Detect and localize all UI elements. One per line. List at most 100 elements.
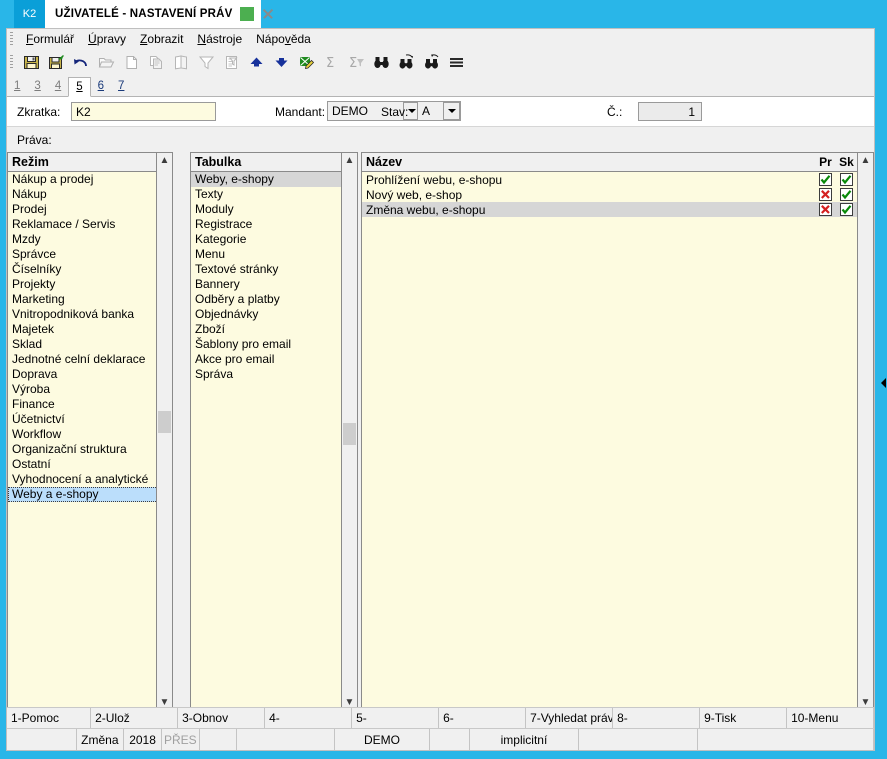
check-icon[interactable]	[840, 188, 853, 201]
menu-item-napoveda[interactable]: Nápověda	[249, 31, 318, 47]
sk-cell[interactable]	[836, 188, 857, 201]
list-item[interactable]: Vnitropodniková banka	[8, 307, 172, 322]
new-document-icon[interactable]	[119, 51, 144, 74]
list-item[interactable]: Účetnictví	[8, 412, 172, 427]
edit-sheet-icon[interactable]	[294, 51, 319, 74]
function-key[interactable]: 9-Tisk	[700, 708, 788, 728]
function-key[interactable]: 1-Pomoc	[7, 708, 92, 728]
list-item[interactable]: Prodej	[8, 202, 172, 217]
menu-grip-icon[interactable]	[10, 32, 13, 46]
scroll-up-icon[interactable]: ▲	[858, 153, 873, 169]
collapse-panel-arrow[interactable]	[880, 370, 887, 396]
list-item[interactable]: Správce	[8, 247, 172, 262]
arrow-up-icon[interactable]	[244, 51, 269, 74]
pr-cell[interactable]	[815, 173, 836, 186]
list-item[interactable]: Finance	[8, 397, 172, 412]
list-item[interactable]: Nákup a prodej	[8, 172, 172, 187]
sum-filter-icon[interactable]: Σ	[344, 51, 369, 74]
filter-icon[interactable]	[194, 51, 219, 74]
list-item[interactable]: Odběry a platby	[191, 292, 357, 307]
sk-cell[interactable]	[836, 203, 857, 216]
list-item[interactable]: Vyhodnocení a analytické	[8, 472, 172, 487]
list-item[interactable]: Menu	[191, 247, 357, 262]
list-filter-icon[interactable]	[219, 51, 244, 74]
list-item[interactable]: Číselníky	[8, 262, 172, 277]
binoculars-prev-icon[interactable]	[419, 51, 444, 74]
page-tab-7[interactable]: 7	[111, 76, 131, 96]
pr-cell[interactable]	[815, 188, 836, 201]
cross-icon[interactable]	[819, 203, 832, 216]
function-key[interactable]: 6-	[439, 708, 527, 728]
k2-app-chip[interactable]: K2	[14, 0, 45, 28]
list-item[interactable]: Šablony pro email	[191, 337, 357, 352]
scroll-up-icon[interactable]: ▲	[342, 153, 357, 169]
list-item[interactable]: Jednotné celní deklarace	[8, 352, 172, 367]
list-item[interactable]: Texty	[191, 187, 357, 202]
list-item[interactable]: Marketing	[8, 292, 172, 307]
save-icon[interactable]	[19, 51, 44, 74]
nazev-scrollbar[interactable]: ▲ ▼	[857, 153, 873, 711]
copy-icon[interactable]	[144, 51, 169, 74]
rezim-list[interactable]: Nákup a prodej Nákup Prodej Reklamace / Ser…	[8, 172, 172, 711]
tabulka-list[interactable]: Weby, e-shopy Texty Moduly Registrace Katego…	[191, 172, 357, 711]
arrow-down-icon[interactable]	[269, 51, 294, 74]
sum-icon[interactable]: Σ	[319, 51, 344, 74]
list-item[interactable]: Bannery	[191, 277, 357, 292]
rezim-scrollbar[interactable]: ▲ ▼	[156, 153, 172, 711]
table-row[interactable]: Změna webu, e-shopu	[362, 202, 857, 217]
list-item[interactable]: Projekty	[8, 277, 172, 292]
rezim-scrollbar-thumb[interactable]	[158, 411, 171, 433]
list-item[interactable]: Správa	[191, 367, 357, 382]
function-key[interactable]: 3-Obnov	[178, 708, 266, 728]
check-icon[interactable]	[840, 203, 853, 216]
list-item[interactable]: Ostatní	[8, 457, 172, 472]
list-item[interactable]: Sklad	[8, 337, 172, 352]
open-folder-icon[interactable]	[94, 51, 119, 74]
zkratka-input[interactable]: K2	[71, 102, 216, 121]
pr-cell[interactable]	[815, 203, 836, 216]
nazev-grid-body[interactable]: Prohlížení webu, e-shopu Nový web, e-shop…	[362, 172, 857, 711]
list-item[interactable]: Akce pro email	[191, 352, 357, 367]
function-key[interactable]: 5-	[352, 708, 440, 728]
list-item[interactable]: Kategorie	[191, 232, 357, 247]
menu-item-nastroje[interactable]: Nástroje	[190, 31, 249, 47]
chevron-down-icon[interactable]	[443, 102, 460, 120]
list-item[interactable]: Registrace	[191, 217, 357, 232]
menu-item-zobrazit[interactable]: Zobrazit	[133, 31, 190, 47]
list-item[interactable]: Objednávky	[191, 307, 357, 322]
hamburger-menu-icon[interactable]	[444, 51, 469, 74]
menu-item-upravy[interactable]: Úpravy	[81, 31, 133, 47]
list-item[interactable]: Moduly	[191, 202, 357, 217]
window-tab-uzivatele[interactable]: UŽIVATELÉ - NASTAVENÍ PRÁV	[45, 0, 261, 28]
sk-cell[interactable]	[836, 173, 857, 186]
list-item[interactable]: Doprava	[8, 367, 172, 382]
list-item[interactable]: Nákup	[8, 187, 172, 202]
list-item[interactable]: Weby a e-shopy	[8, 487, 172, 502]
table-row[interactable]: Nový web, e-shop	[362, 187, 857, 202]
function-key[interactable]: 7-Vyhledat práv	[526, 708, 614, 728]
list-item[interactable]: Workflow	[8, 427, 172, 442]
tabulka-scrollbar[interactable]: ▲ ▼	[341, 153, 357, 711]
binoculars-next-icon[interactable]	[394, 51, 419, 74]
binoculars-icon[interactable]	[369, 51, 394, 74]
list-item[interactable]: Zboží	[191, 322, 357, 337]
cislo-input[interactable]: 1	[638, 102, 702, 121]
function-key[interactable]: 4-	[265, 708, 353, 728]
list-item[interactable]: Textové stránky	[191, 262, 357, 277]
menu-item-formular[interactable]: Formulář	[19, 31, 81, 47]
page-tab-3[interactable]: 3	[27, 76, 47, 96]
close-icon[interactable]	[260, 6, 276, 22]
undo-icon[interactable]	[69, 51, 94, 74]
scroll-up-icon[interactable]: ▲	[157, 153, 172, 169]
function-key[interactable]: 8-	[613, 708, 701, 728]
cross-icon[interactable]	[819, 188, 832, 201]
list-item[interactable]: Weby, e-shopy	[191, 172, 357, 187]
list-item[interactable]: Výroba	[8, 382, 172, 397]
stav-select[interactable]: A	[417, 101, 461, 121]
page-tab-1[interactable]: 1	[7, 76, 27, 96]
page-tab-5[interactable]: 5	[68, 77, 91, 97]
function-key[interactable]: 10-Menu	[787, 708, 874, 728]
table-row[interactable]: Prohlížení webu, e-shopu	[362, 172, 857, 187]
list-item[interactable]: Majetek	[8, 322, 172, 337]
list-item[interactable]: Mzdy	[8, 232, 172, 247]
